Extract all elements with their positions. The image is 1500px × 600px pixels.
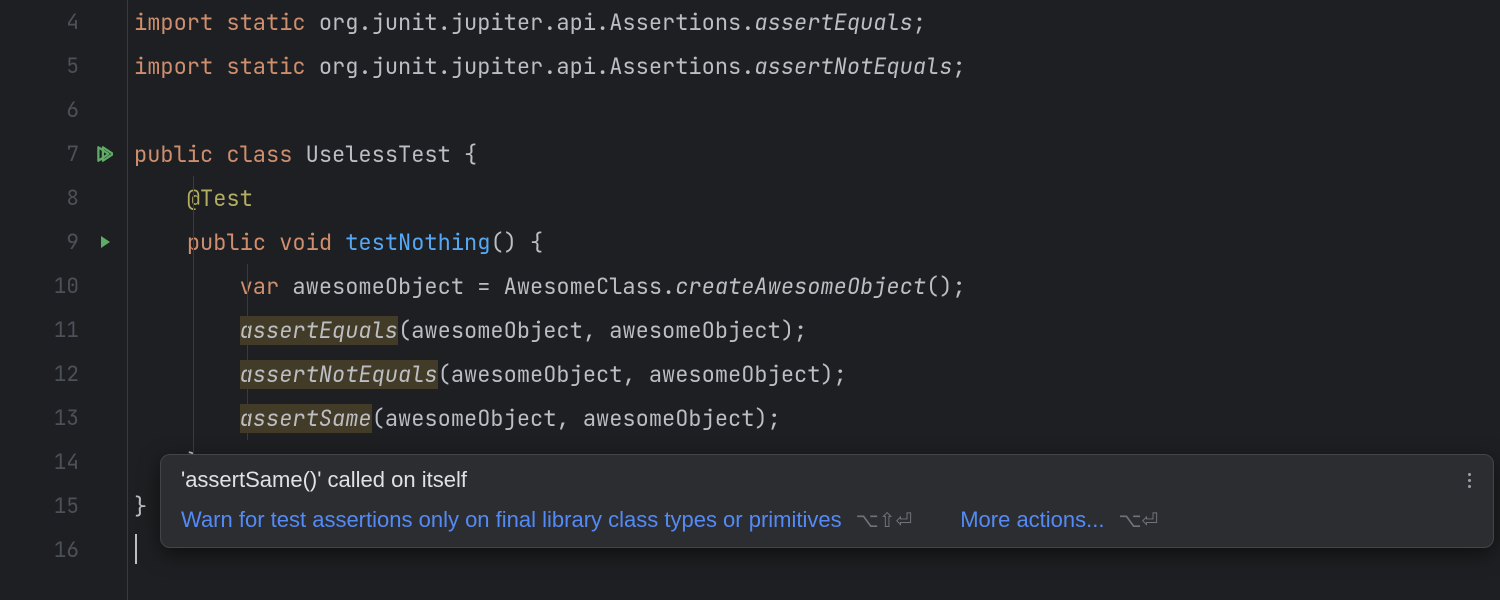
line-number: 4 [66,9,127,36]
line-number: 11 [54,317,127,344]
run-test-icon[interactable] [97,234,113,250]
line-number: 14 [54,449,127,476]
quickfix-warn-link[interactable]: Warn for test assertions only on final l… [181,507,842,533]
run-class-icon[interactable] [95,145,113,163]
more-icon[interactable] [1464,469,1475,492]
line-number: 13 [54,405,127,432]
shortcut-label: ⌥⇧⏎ [856,508,913,533]
gutter: 4 5 6 7 8 9 10 11 12 13 14 15 16 [0,0,128,600]
line-number: 6 [66,97,127,124]
code-line: assertEquals(awesomeObject, awesomeObjec… [134,308,1500,352]
code-line: assertNotEquals(awesomeObject, awesomeOb… [134,352,1500,396]
line-number: 16 [54,537,127,564]
warning-assertNotEquals[interactable]: assertNotEquals [240,360,438,389]
line-number: 10 [54,273,127,300]
code-line: public class UselessTest { [134,132,1500,176]
code-line [134,88,1500,132]
code-line: public void testNothing() { [134,220,1500,264]
more-actions-link[interactable]: More actions... [960,507,1104,533]
shortcut-label: ⌥⏎ [1118,508,1158,533]
code-line: assertSame(awesomeObject, awesomeObject)… [134,396,1500,440]
line-number: 12 [54,361,127,388]
line-number: 5 [66,53,127,80]
code-line: @Test [134,176,1500,220]
inspection-popup: 'assertSame()' called on itself Warn for… [160,454,1494,548]
code-line: var awesomeObject = AwesomeClass.createA… [134,264,1500,308]
code-line: import static org.junit.jupiter.api.Asse… [134,44,1500,88]
line-number: 8 [66,185,127,212]
inspection-title: 'assertSame()' called on itself [181,467,1473,493]
code-line: import static org.junit.jupiter.api.Asse… [134,0,1500,44]
warning-assertSame[interactable]: assertSame [240,404,372,433]
line-number: 15 [54,493,127,520]
caret [135,534,137,564]
warning-assertEquals[interactable]: assertEquals [240,316,398,345]
